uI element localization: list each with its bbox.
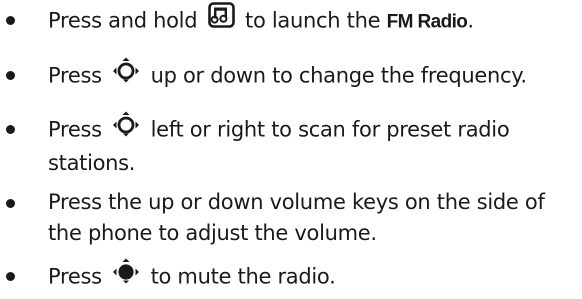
text-segment: the phone to adjust the volume. bbox=[48, 221, 377, 245]
text-segment: Press bbox=[48, 63, 102, 88]
music-key-icon bbox=[207, 2, 235, 37]
item-text: Press to mute the radio. bbox=[48, 258, 576, 295]
text-segment: stations. bbox=[48, 151, 136, 175]
text-segment: to mute the radio. bbox=[150, 264, 336, 289]
text-segment: . bbox=[467, 8, 474, 33]
text-segment: up or down to change the frequency. bbox=[150, 63, 527, 88]
bullet bbox=[6, 125, 15, 134]
text-segment: Press and hold bbox=[48, 8, 198, 33]
feature-name: FM Radio bbox=[386, 11, 468, 33]
text-segment: left or right to scan for preset radio bbox=[150, 117, 510, 142]
text-segment: Press bbox=[48, 264, 102, 289]
text-segment: Press bbox=[48, 117, 102, 142]
text-segment: to launch the bbox=[245, 8, 381, 33]
nav-key-center-icon bbox=[112, 258, 140, 293]
bullet bbox=[6, 199, 15, 208]
nav-key-up-icon bbox=[112, 57, 140, 92]
instruction-list: Press and hold to launch the FM Radio. P… bbox=[0, 0, 582, 299]
nav-key-up-icon bbox=[112, 111, 140, 146]
text-segment: Press the up or down volume keys on the … bbox=[48, 190, 545, 214]
item-text: Press the up or down volume keys on the … bbox=[48, 187, 576, 249]
bullet bbox=[6, 71, 15, 80]
bullet bbox=[6, 16, 15, 25]
item-text: Press and hold to launch the FM Radio. bbox=[48, 2, 576, 39]
bullet bbox=[6, 272, 15, 281]
item-text: Press up or down to change the frequency… bbox=[48, 57, 576, 94]
item-text: Press left or right to scan for preset r… bbox=[48, 111, 576, 179]
